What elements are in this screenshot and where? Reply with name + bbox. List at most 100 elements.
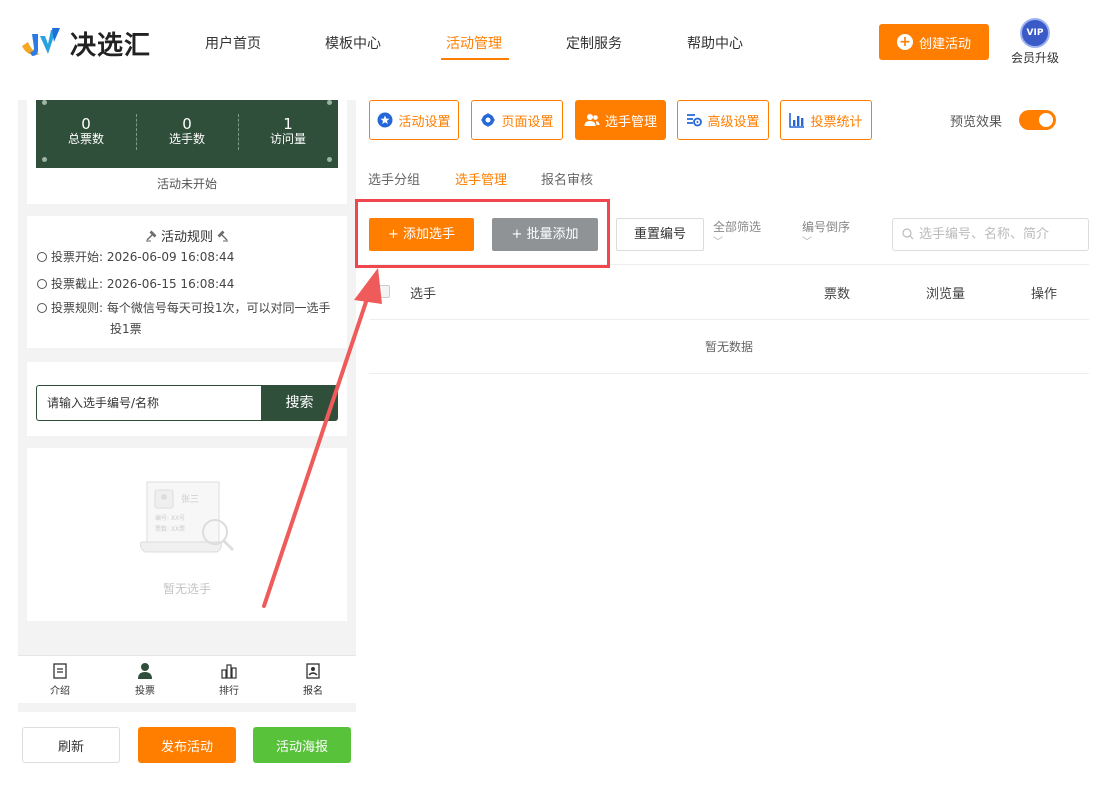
mobile-tab-bar: 介绍 投票 排行 报名	[18, 655, 356, 703]
activity-status: 活动未开始	[156, 177, 217, 191]
clock-icon	[37, 252, 47, 262]
board-dot	[327, 100, 332, 105]
reset-numbering-button[interactable]: 重置编号	[616, 218, 704, 251]
search-icon	[902, 228, 914, 240]
create-activity-button[interactable]: + 创建活动	[879, 24, 989, 60]
stat-value: 0	[81, 115, 91, 133]
plus-circle-icon: +	[896, 34, 913, 50]
column-actions: 操作	[1031, 287, 1058, 302]
hammer-icon	[217, 230, 229, 242]
logo[interactable]: 决选汇	[18, 24, 151, 62]
page-settings-label: 页面设置	[501, 114, 554, 130]
rules-title: 活动规则	[27, 226, 347, 245]
annotation-highlight-box	[355, 199, 610, 268]
preview-effect-toggle[interactable]	[1019, 110, 1056, 130]
sort-dropdown[interactable]: 编号倒序 ﹀	[802, 219, 850, 251]
top-header: 决选汇 用户首页 模板中心 活动管理 定制服务 帮助中心 + 创建活动 VIP …	[0, 0, 1093, 86]
nav-help[interactable]: 帮助中心	[687, 33, 743, 53]
settings-list-icon	[687, 114, 703, 127]
contestant-search-input[interactable]: 请输入选手编号/名称	[36, 385, 262, 421]
empty-card-name: 张三	[181, 494, 199, 505]
toggle-knob	[1039, 113, 1053, 127]
subtab-signup-review[interactable]: 报名审核	[541, 169, 593, 188]
vip-badge-icon[interactable]: VIP	[1020, 18, 1050, 48]
nav-home[interactable]: 用户首页	[205, 33, 261, 53]
rule-start-label: 投票开始:	[51, 250, 104, 264]
id-card-icon	[306, 663, 320, 679]
stat-value: 0	[182, 115, 192, 133]
stat-total-votes: 0 总票数	[36, 116, 136, 146]
filter-dropdown[interactable]: 全部筛选 ﹀	[713, 219, 761, 251]
rules-title-text: 活动规则	[160, 230, 213, 245]
rule-desc-line1: 每个微信号每天可投1次，可以对同一选手	[106, 301, 331, 315]
tab-intro[interactable]: 介绍	[30, 662, 90, 697]
rule-start-value: 2026-06-09 16:08:44	[106, 250, 235, 264]
tab-vote[interactable]: 投票	[115, 662, 175, 697]
rule-desc-label: 投票规则:	[51, 301, 104, 315]
stats-board: 0 总票数 0 选手数 1 访问量	[36, 100, 338, 168]
empty-card-line1: 编号: XX号	[155, 514, 185, 522]
preview-effect-label: 预览效果	[950, 115, 1003, 130]
vote-statistics-button[interactable]: 投票统计	[780, 100, 872, 140]
contestant-management-button[interactable]: 选手管理	[575, 100, 666, 140]
nav-active-underline	[441, 58, 509, 60]
nav-templates[interactable]: 模板中心	[325, 33, 381, 53]
advanced-settings-label: 高级设置	[707, 114, 760, 130]
tab-signup[interactable]: 报名	[283, 662, 343, 697]
refresh-button[interactable]: 刷新	[22, 727, 120, 763]
stat-contestants: 0 选手数	[137, 116, 237, 146]
empty-card-line2: 票数: XX票	[155, 525, 185, 533]
filter-dropdown-label: 全部筛选	[713, 220, 762, 234]
logo-text: 决选汇	[70, 30, 152, 61]
vip-upgrade-link[interactable]: 会员升级	[1011, 49, 1059, 66]
contestant-search-button[interactable]: 搜索	[261, 385, 338, 421]
advanced-settings-button[interactable]: 高级设置	[677, 100, 769, 140]
hammer-icon	[145, 230, 157, 242]
stat-label: 访问量	[269, 132, 306, 146]
users-icon	[584, 114, 600, 126]
bar-chart-icon	[789, 113, 805, 128]
contestant-management-label: 选手管理	[604, 114, 657, 130]
info-icon	[37, 303, 47, 313]
tab-ranking[interactable]: 排行	[199, 662, 259, 697]
rule-end: 投票截止: 2026-06-15 16:08:44	[37, 274, 234, 294]
tab-label: 介绍	[50, 686, 70, 697]
subtab-contestant-management[interactable]: 选手管理	[455, 169, 507, 188]
chevron-down-icon: ﹀	[802, 237, 812, 248]
board-dot	[42, 157, 47, 162]
stat-visits: 1 访问量	[238, 116, 338, 146]
board-dot	[327, 157, 332, 162]
activity-settings-button[interactable]: 活动设置	[369, 100, 459, 140]
create-activity-label: 创建活动	[918, 36, 971, 52]
table-header	[369, 264, 1089, 320]
nav-activity-management[interactable]: 活动管理	[446, 33, 502, 53]
document-icon	[53, 663, 67, 679]
page-settings-button[interactable]: 页面设置	[471, 100, 563, 140]
vip-badge-text: VIP	[1026, 28, 1044, 38]
nav-custom-service[interactable]: 定制服务	[566, 33, 622, 53]
sort-dropdown-label: 编号倒序	[802, 220, 851, 234]
clock-icon	[37, 279, 47, 289]
gear-icon	[481, 112, 496, 128]
subtab-contestant-groups[interactable]: 选手分组	[368, 169, 420, 188]
table-divider	[369, 373, 1089, 374]
tab-label: 报名	[303, 686, 323, 697]
column-votes[interactable]: 票数	[824, 283, 850, 302]
rule-description-cont: 投1票	[110, 322, 142, 336]
activity-poster-button[interactable]: 活动海报	[253, 727, 351, 763]
activity-settings-label: 活动设置	[398, 114, 451, 130]
vote-statistics-label: 投票统计	[810, 114, 863, 130]
rule-end-label: 投票截止:	[51, 277, 104, 291]
column-views[interactable]: 浏览量	[926, 283, 965, 302]
publish-activity-button[interactable]: 发布活动	[138, 727, 236, 763]
stat-label: 选手数	[168, 132, 205, 146]
select-all-checkbox[interactable]	[377, 285, 390, 298]
bar-chart-icon	[221, 664, 237, 679]
contestant-filter-search-input[interactable]: 选手编号、名称、简介	[892, 218, 1089, 251]
stat-label: 总票数	[67, 132, 104, 146]
chevron-down-icon: ﹀	[713, 237, 723, 248]
empty-contestants-text: 暂无选手	[162, 582, 211, 596]
board-dot	[42, 100, 47, 105]
star-circle-icon	[377, 112, 393, 128]
column-contestant: 选手	[410, 287, 437, 302]
